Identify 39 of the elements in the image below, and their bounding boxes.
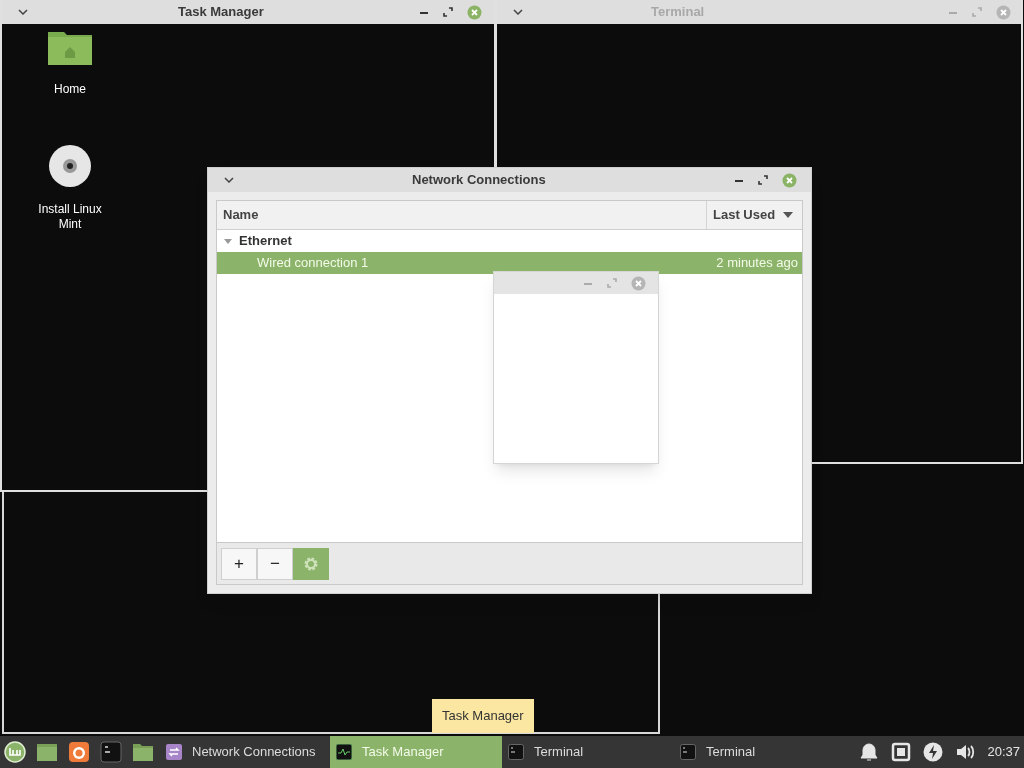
notification-bell-icon[interactable] [859, 742, 880, 762]
sort-arrow-icon [783, 212, 794, 218]
chevron-down-icon[interactable] [224, 177, 234, 183]
menu-icon[interactable] [4, 741, 26, 763]
window-title: Task Manager [177, 3, 265, 22]
terminal-icon [680, 744, 696, 760]
chevron-down-icon[interactable] [18, 9, 28, 15]
group-label: Ethernet [239, 232, 292, 251]
icon-label: Home [53, 82, 87, 97]
lightning-icon[interactable] [923, 742, 944, 762]
volume-icon[interactable] [955, 742, 976, 762]
network-icon [166, 744, 182, 760]
folder-icon[interactable] [132, 741, 154, 763]
connection-name: Wired connection 1 [257, 254, 370, 273]
chevron-down-icon[interactable] [513, 9, 523, 15]
taskbar-button[interactable]: Terminal [674, 736, 846, 768]
tooltip: Task Manager [432, 699, 534, 733]
last-used-text: 2 minutes ago [716, 254, 798, 273]
add-button[interactable]: + [221, 547, 257, 580]
gear-icon [303, 555, 319, 572]
disc-icon[interactable] [48, 144, 92, 188]
icon-label: Install Linux Mint [37, 202, 103, 232]
monitor-icon [336, 744, 352, 760]
terminal-icon [508, 744, 524, 760]
maximize-icon[interactable] [758, 175, 768, 185]
taskbar-button[interactable]: Network Connections [160, 736, 330, 768]
column-header[interactable]: Last Used [706, 201, 802, 229]
tree-row[interactable]: Ethernet [217, 230, 802, 252]
column-header[interactable]: Name [217, 201, 706, 229]
remove-button[interactable]: − [257, 547, 293, 580]
clock[interactable]: 20:37 [987, 742, 1020, 762]
network-icon[interactable] [891, 742, 912, 762]
taskbar-button[interactable]: Terminal [502, 736, 674, 768]
terminal-icon[interactable] [100, 741, 122, 763]
window-title: Network Connections [411, 171, 547, 190]
maximize-icon[interactable] [443, 7, 453, 17]
expander-down-icon[interactable] [223, 236, 233, 246]
desktop-icon[interactable] [36, 741, 58, 763]
browser-icon[interactable] [68, 741, 90, 763]
